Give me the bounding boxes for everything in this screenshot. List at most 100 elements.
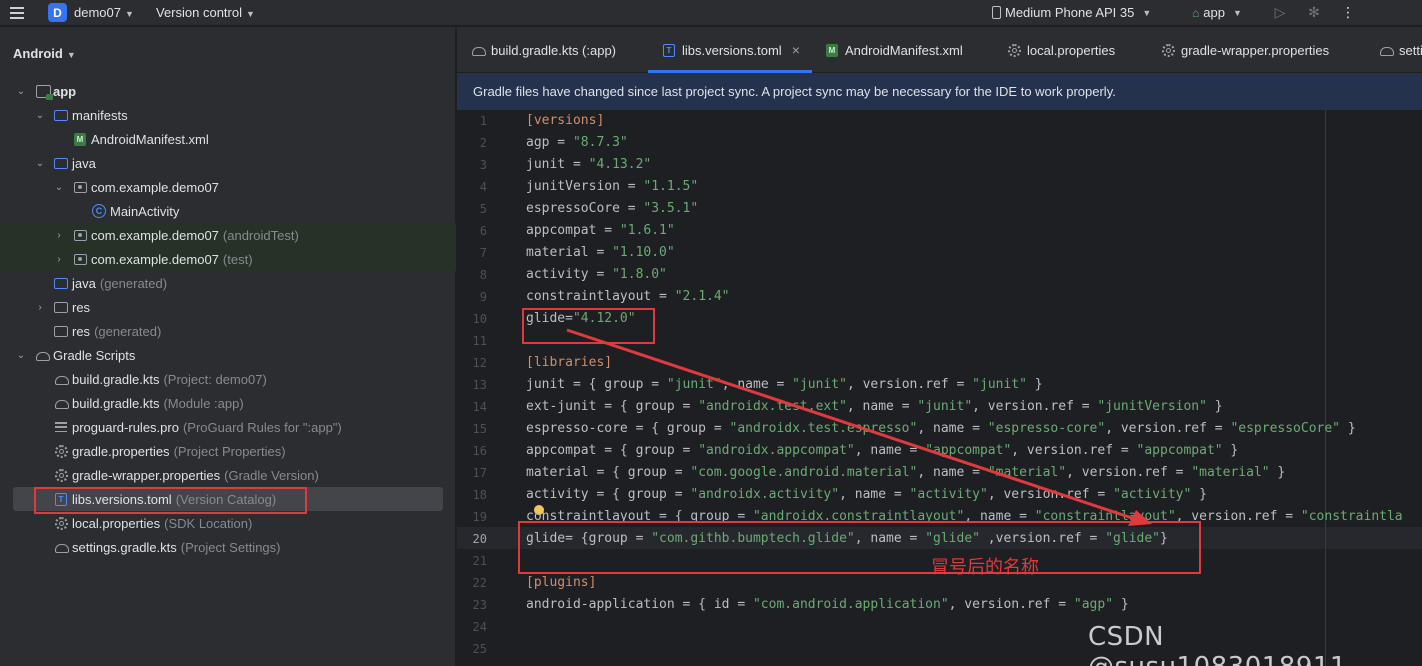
line-number: 2 bbox=[479, 136, 487, 150]
gradle-icon bbox=[471, 43, 486, 57]
project-view-selector[interactable]: Android ▼ bbox=[13, 46, 76, 61]
tab-androidmanifest[interactable]: M AndroidManifest.xml bbox=[825, 27, 963, 73]
tree-item-label: java bbox=[72, 275, 96, 291]
version-control-menu[interactable]: Version control ▼ bbox=[156, 5, 255, 20]
project-badge[interactable]: D bbox=[48, 3, 67, 22]
code-line: espresso-core = { group = "androidx.test… bbox=[526, 421, 1356, 436]
code-line: activity = { group = "androidx.activity"… bbox=[526, 487, 1207, 502]
expand-arrow-icon[interactable]: ⌄ bbox=[34, 158, 46, 169]
hamburger-menu-icon[interactable] bbox=[10, 4, 28, 22]
tab-gradle-wrapper-properties[interactable]: gradle-wrapper.properties bbox=[1161, 27, 1329, 73]
run-icon[interactable]: ▷ bbox=[1272, 4, 1288, 20]
expand-arrow-icon[interactable]: ⌄ bbox=[15, 86, 27, 97]
tab-label: gradle-wrapper.properties bbox=[1181, 42, 1330, 58]
close-icon[interactable]: × bbox=[792, 42, 800, 58]
tree-item-androidmanifest[interactable]: M AndroidManifest.xml bbox=[0, 127, 456, 151]
manifest-file-icon: M bbox=[72, 131, 88, 147]
tree-item-label: res bbox=[72, 323, 91, 339]
tree-item-app[interactable]: ⌄ app bbox=[0, 79, 456, 103]
annotation-box-glide-version bbox=[522, 308, 655, 344]
tree-item-gradle-wrapper[interactable]: gradle-wrapper.properties (Gradle Version… bbox=[0, 463, 456, 487]
tree-item-res-generated[interactable]: res (generated) bbox=[0, 319, 456, 343]
expand-arrow-icon[interactable]: › bbox=[53, 254, 65, 265]
tree-item-label: com.example.demo07 bbox=[91, 251, 219, 267]
expand-arrow-icon[interactable]: ⌄ bbox=[34, 110, 46, 121]
tree-item-java-generated[interactable]: java (generated) bbox=[0, 271, 456, 295]
tree-item-gradle-scripts[interactable]: ⌄ Gradle Scripts bbox=[0, 343, 456, 367]
version-control-label: Version control bbox=[156, 5, 242, 20]
tree-item-proguard[interactable]: proguard-rules.pro (ProGuard Rules for ":… bbox=[0, 415, 456, 439]
tab-label: build.gradle.kts (:app) bbox=[491, 42, 617, 58]
gear-icon bbox=[1007, 43, 1021, 57]
line-number: 24 bbox=[472, 620, 487, 634]
code-line: [versions] bbox=[526, 113, 605, 128]
gradle-sync-banner: Gradle files have changed since last pro… bbox=[457, 73, 1422, 110]
tree-item-label: gradle-wrapper.properties bbox=[72, 467, 221, 483]
expand-arrow-icon[interactable]: ⌄ bbox=[15, 350, 27, 361]
tree-item-java[interactable]: ⌄ java bbox=[0, 151, 456, 175]
annotation-box-toml-file bbox=[34, 487, 307, 514]
toml-file-icon: T bbox=[662, 43, 676, 57]
gradle-icon bbox=[1379, 43, 1394, 57]
code-line: appcompat = { group = "androidx.appcompa… bbox=[526, 443, 1239, 458]
tab-label: libs.versions.toml bbox=[682, 42, 782, 58]
folder-icon bbox=[53, 275, 69, 291]
line-number: 7 bbox=[479, 246, 487, 260]
expand-arrow-icon[interactable]: › bbox=[34, 302, 46, 313]
tree-item-build-gradle-module[interactable]: build.gradle.kts (Module :app) bbox=[0, 391, 456, 415]
project-selector[interactable]: demo07 ▼ bbox=[74, 5, 134, 20]
tree-item-hint: (ProGuard Rules for ":app") bbox=[182, 419, 342, 435]
tree-item-label: AndroidManifest.xml bbox=[91, 131, 209, 147]
tree-item-mainactivity[interactable]: C MainActivity bbox=[0, 199, 456, 223]
line-number: 18 bbox=[472, 488, 487, 502]
tree-item-gradle-properties[interactable]: gradle.properties (Project Properties) bbox=[0, 439, 456, 463]
right-margin-guide bbox=[1325, 110, 1326, 666]
debug-icon[interactable]: ✻ bbox=[1306, 4, 1322, 20]
device-label: Medium Phone API 35 bbox=[1005, 5, 1135, 20]
line-number: 11 bbox=[472, 334, 487, 348]
chevron-down-icon: ▼ bbox=[66, 49, 76, 60]
line-number: 22 bbox=[472, 576, 487, 590]
tree-item-hint: (Gradle Version) bbox=[224, 467, 319, 483]
expand-arrow-icon[interactable]: › bbox=[53, 230, 65, 241]
android-icon: ⌂ bbox=[1192, 5, 1200, 20]
main-toolbar: D demo07 ▼ Version control ▼ Medium Phone … bbox=[0, 0, 1422, 26]
tab-local-properties[interactable]: local.properties bbox=[1007, 27, 1115, 73]
tree-item-hint: (Module :app) bbox=[163, 395, 244, 411]
tree-item-local-properties[interactable]: local.properties (SDK Location) bbox=[0, 511, 456, 535]
tab-settings[interactable]: setti bbox=[1379, 27, 1422, 73]
chevron-down-icon: ▼ bbox=[1232, 7, 1242, 18]
tree-item-manifests[interactable]: ⌄ manifests bbox=[0, 103, 456, 127]
gradle-icon bbox=[53, 371, 69, 387]
tree-item-build-gradle-project[interactable]: build.gradle.kts (Project: demo07) bbox=[0, 367, 456, 391]
tree-item-res[interactable]: › res bbox=[0, 295, 456, 319]
device-selector[interactable]: Medium Phone API 35 ▼ bbox=[992, 5, 1151, 20]
line-number-gutter: 1 2 3 4 5 6 7 8 9 10 11 12 13 14 15 16 1… bbox=[457, 110, 517, 666]
tree-item-label: local.properties bbox=[72, 515, 161, 531]
more-options-icon[interactable]: ⋮ bbox=[1340, 4, 1356, 20]
tab-build-gradle-app[interactable]: build.gradle.kts (:app) bbox=[471, 27, 616, 73]
tree-item-hint: (androidTest) bbox=[222, 227, 299, 243]
tree-item-label: build.gradle.kts bbox=[72, 395, 160, 411]
tree-item-package[interactable]: ⌄ com.example.demo07 bbox=[0, 175, 456, 199]
folder-icon bbox=[53, 299, 69, 315]
code-line: android-application = { id = "com.androi… bbox=[526, 597, 1129, 612]
expand-arrow-icon[interactable]: ⌄ bbox=[53, 182, 65, 193]
tree-item-label: MainActivity bbox=[110, 203, 180, 219]
run-config-label: app bbox=[1203, 5, 1225, 20]
tab-libs-versions-toml[interactable]: T libs.versions.toml × bbox=[662, 27, 800, 73]
line-number: 21 bbox=[472, 554, 487, 568]
gear-icon bbox=[53, 467, 69, 483]
code-line: [libraries] bbox=[526, 355, 613, 370]
tree-item-label: proguard-rules.pro bbox=[72, 419, 179, 435]
tree-item-package-test[interactable]: › com.example.demo07 (test) bbox=[0, 247, 456, 271]
code-line: agp = "8.7.3" bbox=[526, 135, 628, 150]
class-icon: C bbox=[91, 203, 107, 219]
tree-item-settings-gradle[interactable]: settings.gradle.kts (Project Settings) bbox=[0, 535, 456, 559]
line-number: 23 bbox=[472, 598, 487, 612]
run-config-selector[interactable]: ⌂ app ▼ bbox=[1192, 5, 1242, 20]
tree-item-label: gradle.properties bbox=[72, 443, 170, 459]
tree-item-package-androidtest[interactable]: › com.example.demo07 (androidTest) bbox=[0, 223, 456, 247]
code-line: espressoCore = "3.5.1" bbox=[526, 201, 699, 216]
phone-icon bbox=[992, 6, 1001, 19]
